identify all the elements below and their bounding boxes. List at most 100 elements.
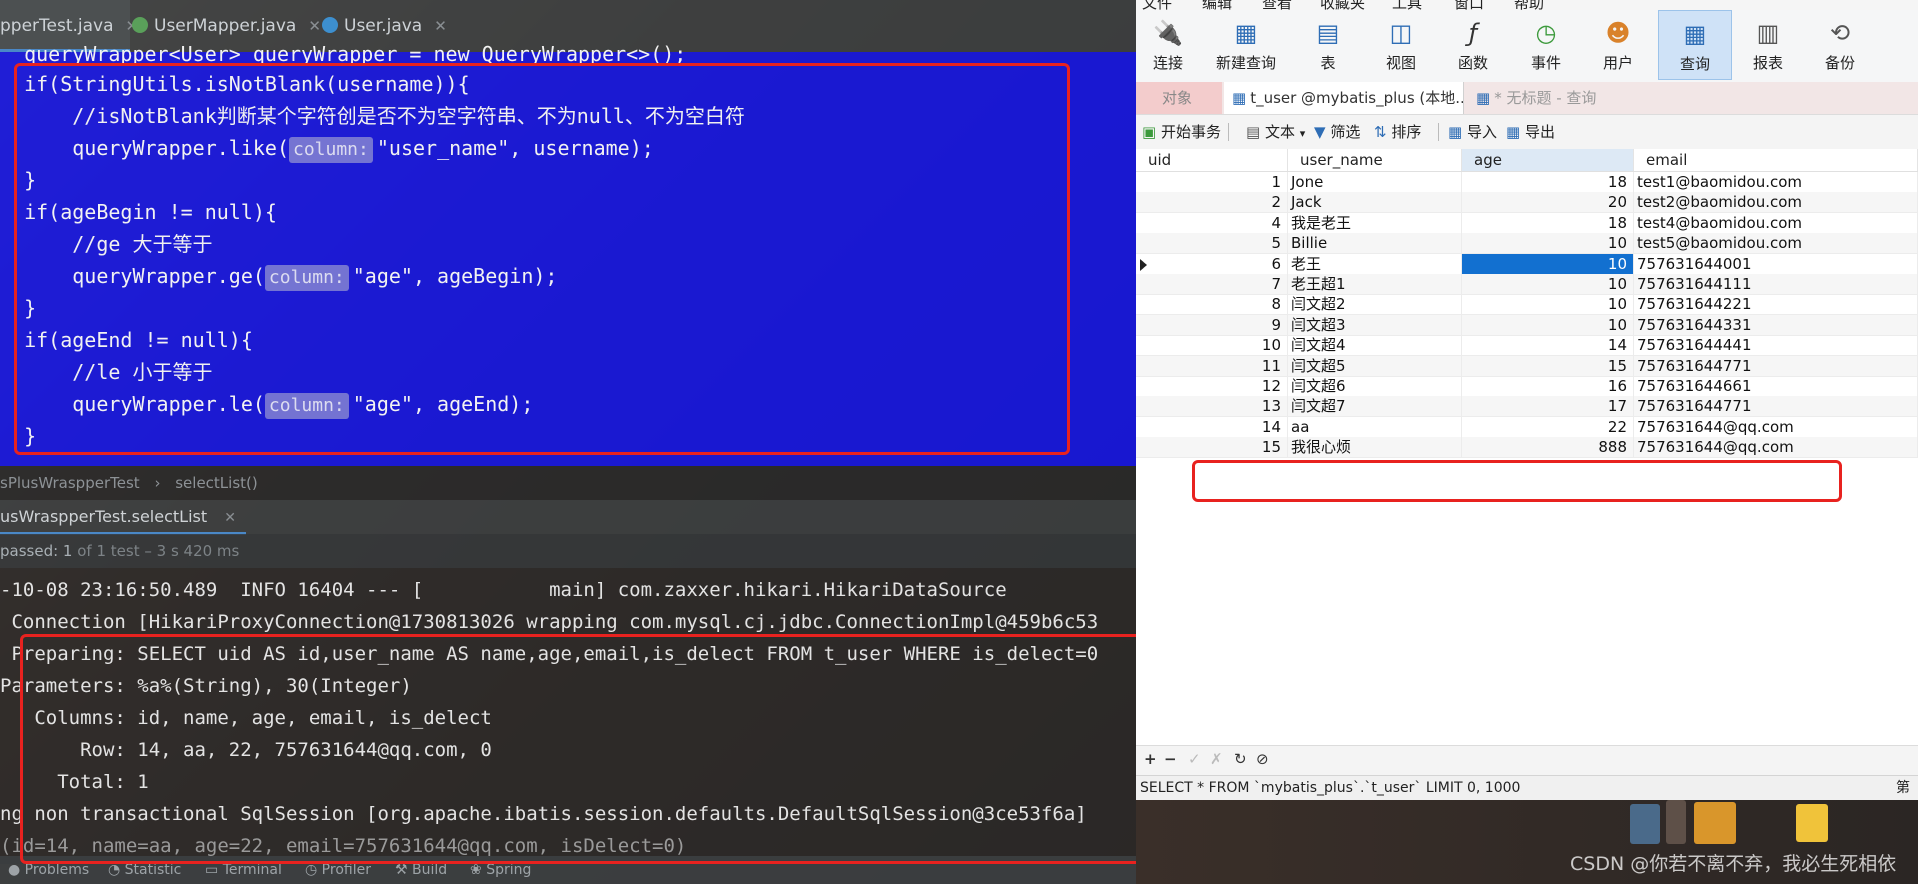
desktop-folder-icon[interactable] [1796, 804, 1828, 842]
connect-button[interactable]: 🔌 连接 [1136, 10, 1200, 80]
table-row[interactable]: 6 老王 10 757631644001 [1136, 253, 1918, 275]
table-row[interactable]: 14 aa 22 757631644@qq.com [1136, 416, 1918, 438]
cell-user-name[interactable]: Jone [1288, 172, 1462, 192]
close-icon[interactable]: ✕ [434, 17, 447, 35]
breadcrumb-item[interactable]: selectList() [175, 474, 258, 492]
desktop-app-icon[interactable] [1630, 804, 1660, 844]
table-row[interactable]: 1 Jone 18 test1@baomidou.com [1136, 172, 1918, 193]
cell-email[interactable]: 757631644661 [1634, 376, 1918, 396]
cell-age[interactable]: 10 [1462, 253, 1634, 274]
begin-transaction-button[interactable]: ▣ 开始事务 [1142, 115, 1221, 149]
menu-file[interactable]: 文件 [1142, 0, 1172, 10]
menu-tools[interactable]: 工具 [1392, 0, 1422, 10]
cell-user-name[interactable]: 闫文超7 [1288, 396, 1462, 417]
table-row[interactable]: 5 Billie 10 test5@baomidou.com [1136, 233, 1918, 255]
table-button[interactable]: ▤ 表 [1296, 10, 1360, 80]
query-button[interactable]: ▦ 查询 [1658, 10, 1732, 80]
table-row[interactable]: 15 我很心烦 888 757631644@qq.com [1136, 437, 1918, 459]
menu-view[interactable]: 查看 [1262, 0, 1292, 10]
cell-user-name[interactable]: 老王 [1288, 253, 1462, 274]
table-row[interactable]: 10 闫文超4 14 757631644441 [1136, 335, 1918, 357]
table-row[interactable]: 11 闫文超5 15 757631644771 [1136, 355, 1918, 377]
table-row[interactable]: 4 我是老王 18 test4@baomidou.com [1136, 212, 1918, 234]
query-tab[interactable]: ▦ * 无标题 - 查询 [1470, 82, 1670, 114]
cell-user-name[interactable]: aa [1288, 416, 1462, 437]
table-row[interactable]: 7 老王超1 10 757631644111 [1136, 274, 1918, 295]
new-query-button[interactable]: ▦ 新建查询 [1206, 10, 1286, 80]
cell-user-name[interactable]: 老王超1 [1288, 274, 1462, 294]
table-row[interactable]: 2 Jack 20 test2@baomidou.com [1136, 192, 1918, 214]
cell-age[interactable]: 20 [1462, 192, 1634, 213]
cell-email[interactable]: 757631644771 [1634, 355, 1918, 376]
function-button[interactable]: ƒ 函数 [1441, 10, 1505, 80]
cell-user-name[interactable]: 我很心烦 [1288, 437, 1462, 458]
cell-age[interactable]: 10 [1462, 274, 1634, 294]
cell-age[interactable]: 10 [1462, 314, 1634, 335]
column-header-user-name[interactable]: user_name [1288, 149, 1462, 171]
view-button[interactable]: ◫ 视图 [1369, 10, 1433, 80]
cell-uid[interactable]: 14 [1136, 416, 1288, 437]
cell-age[interactable]: 14 [1462, 335, 1634, 356]
table-tab[interactable]: ▦ t_user @mybatis_plus (本地... [1224, 82, 1464, 114]
cell-email[interactable]: 757631644771 [1634, 396, 1918, 417]
cell-uid[interactable]: 6 [1136, 253, 1288, 274]
breadcrumb-item[interactable]: sPlusWraspperTest [0, 474, 140, 492]
cell-email[interactable]: 757631644331 [1634, 314, 1918, 335]
cell-uid[interactable]: 5 [1136, 233, 1288, 254]
cell-email[interactable]: test4@baomidou.com [1634, 212, 1918, 233]
cell-age[interactable]: 17 [1462, 396, 1634, 417]
table-row[interactable]: 12 闫文超6 16 757631644661 [1136, 376, 1918, 397]
cell-email[interactable]: 757631644@qq.com [1634, 416, 1918, 437]
cell-user-name[interactable]: Billie [1288, 233, 1462, 254]
column-header-uid[interactable]: uid [1136, 149, 1288, 171]
cell-age[interactable]: 18 [1462, 172, 1634, 192]
filter-button[interactable]: ▼ 筛选 [1314, 115, 1360, 149]
cell-user-name[interactable]: 闫文超4 [1288, 335, 1462, 356]
cell-email[interactable]: 757631644111 [1634, 274, 1918, 294]
cell-email[interactable]: test2@baomidou.com [1634, 192, 1918, 213]
discard-button[interactable]: ✗ [1210, 750, 1223, 768]
cell-age[interactable]: 18 [1462, 212, 1634, 233]
cell-email[interactable]: 757631644@qq.com [1634, 437, 1918, 458]
cell-uid[interactable]: 11 [1136, 355, 1288, 376]
refresh-button[interactable]: ↻ [1234, 750, 1247, 768]
cell-uid[interactable]: 1 [1136, 172, 1288, 192]
export-button[interactable]: ▦ 导出 [1506, 115, 1555, 149]
table-row[interactable]: 9 闫文超3 10 757631644331 [1136, 314, 1918, 336]
close-icon[interactable]: ✕ [224, 510, 236, 526]
delete-record-button[interactable]: − [1164, 750, 1177, 768]
run-tab[interactable]: usWraspperTest.selectList ✕ [0, 500, 246, 535]
cell-uid[interactable]: 10 [1136, 335, 1288, 356]
sort-button[interactable]: ⇅ 排序 [1374, 115, 1421, 149]
cell-uid[interactable]: 15 [1136, 437, 1288, 458]
cell-user-name[interactable]: 闫文超5 [1288, 355, 1462, 376]
menu-favorites[interactable]: 收藏夹 [1320, 0, 1365, 10]
import-button[interactable]: ▦ 导入 [1448, 115, 1497, 149]
text-button[interactable]: ▤ 文本 ▾ [1246, 115, 1305, 151]
desktop-book-icon[interactable] [1666, 800, 1686, 844]
cell-user-name[interactable]: 我是老王 [1288, 212, 1462, 233]
apply-button[interactable]: ✓ [1188, 750, 1201, 768]
table-row[interactable]: 8 闫文超2 10 757631644221 [1136, 294, 1918, 316]
stop-button[interactable]: ⊘ [1256, 750, 1269, 768]
cell-email[interactable]: 757631644441 [1634, 335, 1918, 356]
cell-user-name[interactable]: 闫文超6 [1288, 376, 1462, 396]
cell-age[interactable]: 10 [1462, 233, 1634, 254]
cell-uid[interactable]: 2 [1136, 192, 1288, 213]
cell-email[interactable]: test5@baomidou.com [1634, 233, 1918, 254]
cell-uid[interactable]: 12 [1136, 376, 1288, 396]
cell-email[interactable]: test1@baomidou.com [1634, 172, 1918, 192]
column-header-email[interactable]: email [1634, 149, 1918, 171]
add-record-button[interactable]: + [1144, 750, 1157, 768]
cell-age[interactable]: 888 [1462, 437, 1634, 458]
cell-uid[interactable]: 13 [1136, 396, 1288, 417]
cell-age[interactable]: 22 [1462, 416, 1634, 437]
menu-window[interactable]: 窗口 [1454, 0, 1484, 10]
desktop-archive-icon[interactable] [1694, 802, 1736, 844]
event-button[interactable]: ◷ 事件 [1514, 10, 1578, 80]
cell-uid[interactable]: 9 [1136, 314, 1288, 335]
cell-user-name[interactable]: 闫文超2 [1288, 294, 1462, 315]
user-button[interactable]: ☻ 用户 [1586, 10, 1650, 80]
cell-uid[interactable]: 7 [1136, 274, 1288, 294]
menu-edit[interactable]: 编辑 [1202, 0, 1232, 10]
